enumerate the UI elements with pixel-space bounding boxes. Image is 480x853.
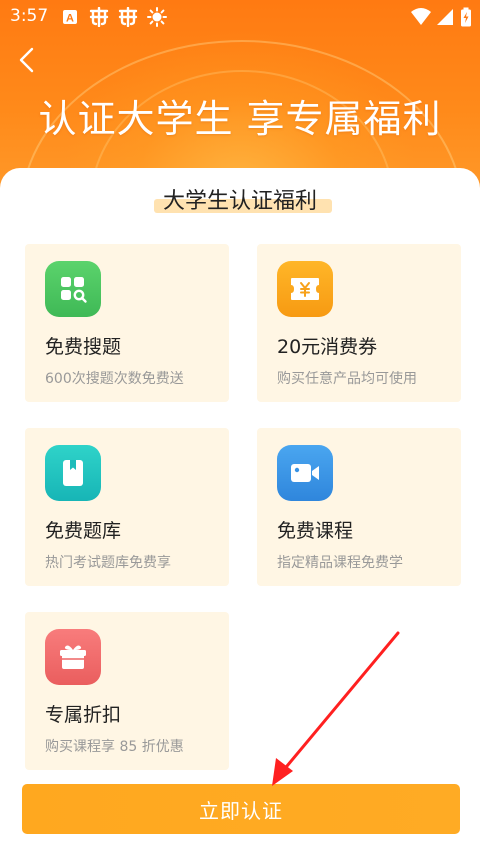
gift-icon xyxy=(45,629,101,685)
wifi-icon xyxy=(410,7,432,27)
bug-icon xyxy=(88,7,110,27)
section-title: 大学生认证福利 xyxy=(0,183,480,215)
chevron-left-icon xyxy=(19,47,34,73)
back-button[interactable] xyxy=(10,44,42,76)
benefit-title: 免费课程 xyxy=(277,520,354,542)
signal-icon xyxy=(436,7,454,27)
page-title: 认证大学生 享专属福利 xyxy=(38,97,442,141)
battery-charging-icon xyxy=(460,7,472,27)
benefit-card-discount: 专属折扣 购买课程享 85 折优惠 xyxy=(25,612,229,770)
benefit-card-courses: 免费课程 指定精品课程免费学 xyxy=(257,428,461,586)
status-time: 3:57 xyxy=(10,6,49,26)
benefit-title: 免费题库 xyxy=(45,520,122,542)
benefit-description: 600次搜题次数免费送 xyxy=(45,371,184,387)
ticket-yen-icon xyxy=(277,261,333,317)
grid-search-icon xyxy=(45,261,101,317)
benefit-card-free-search: 免费搜题 600次搜题次数免费送 xyxy=(25,244,229,402)
screen: 3:57 A 认证大学生 享专属福利 大学生认证福利 免费搜题 600次搜题次数… xyxy=(0,0,480,853)
bug-icon xyxy=(117,7,139,27)
benefit-description: 购买任意产品均可使用 xyxy=(277,371,417,387)
benefit-description: 购买课程享 85 折优惠 xyxy=(45,739,184,755)
benefit-description: 热门考试题库免费享 xyxy=(45,555,171,571)
benefit-card-question-bank: 免费题库 热门考试题库免费享 xyxy=(25,428,229,586)
benefit-title: 20元消费券 xyxy=(277,336,378,358)
book-icon xyxy=(45,445,101,501)
svg-text:A: A xyxy=(66,13,74,25)
section-title-text: 大学生认证福利 xyxy=(162,189,317,214)
verify-now-button[interactable]: 立即认证 xyxy=(22,784,460,834)
benefit-title: 免费搜题 xyxy=(45,336,122,358)
video-camera-icon xyxy=(277,445,333,501)
benefit-title: 专属折扣 xyxy=(45,704,122,726)
benefit-card-coupon: 20元消费券 购买任意产品均可使用 xyxy=(257,244,461,402)
a-box-icon: A xyxy=(62,7,78,27)
status-bar: 3:57 A xyxy=(0,0,480,34)
benefit-description: 指定精品课程免费学 xyxy=(277,555,403,571)
sun-icon xyxy=(147,7,167,27)
